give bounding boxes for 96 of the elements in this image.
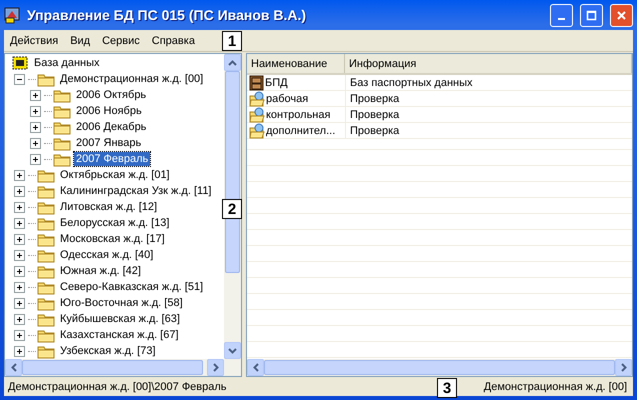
minimize-button[interactable] (550, 4, 573, 26)
tree-item[interactable]: 2007 Февраль (74, 152, 150, 166)
folder-icon (37, 200, 55, 214)
horizontal-scrollbar[interactable] (5, 359, 241, 376)
folder-icon (37, 264, 55, 278)
caret-left-icon[interactable] (252, 363, 258, 372)
expand-icon[interactable] (30, 154, 41, 164)
caret-down-icon[interactable] (228, 348, 237, 354)
caret-left-icon[interactable] (10, 363, 16, 372)
folder-icon (37, 216, 55, 230)
expand-icon[interactable] (14, 266, 25, 276)
folder-icon (249, 106, 265, 122)
folder-icon (37, 232, 55, 246)
table-cell: Проверка (350, 124, 400, 136)
expand-icon[interactable] (14, 218, 25, 228)
menu-item[interactable]: Сервис (96, 34, 146, 46)
callout-label: 3 (437, 378, 457, 398)
tree-item[interactable]: Октябрьская ж.д. [01] (58, 168, 172, 182)
folder-icon (37, 168, 55, 182)
tree-item[interactable]: Куйбышевская ж.д. [63] (58, 312, 182, 326)
folder-icon (37, 248, 55, 262)
expand-icon[interactable] (14, 346, 25, 356)
tree-item[interactable]: 2006 Декабрь (74, 120, 148, 134)
folder-icon (37, 344, 55, 358)
close-icon (616, 10, 627, 20)
caret-right-icon[interactable] (620, 363, 626, 372)
table-cell: дополнител... (266, 124, 336, 136)
horizontal-scrollbar[interactable] (247, 359, 632, 376)
column-header[interactable]: Информация (345, 54, 632, 73)
tree-item[interactable]: Московская ж.д. [17] (58, 232, 167, 246)
window-title: Управление БД ПС 015 (ПС Иванов В.А.) (27, 7, 308, 23)
callout-label: 1 (222, 31, 242, 51)
folder-icon (37, 312, 55, 326)
expand-icon[interactable] (14, 202, 25, 212)
close-button[interactable] (610, 4, 633, 26)
expand-icon[interactable] (30, 138, 41, 148)
table-cell: контрольная (266, 108, 330, 120)
maximize-icon (586, 10, 597, 20)
vertical-scrollbar[interactable] (224, 54, 241, 359)
minimize-icon (558, 18, 565, 20)
expand-icon[interactable] (14, 234, 25, 244)
column-header[interactable]: Наименование (247, 54, 345, 73)
folder-icon (53, 120, 71, 134)
expand-icon[interactable] (14, 298, 25, 308)
cabinet-icon (249, 74, 264, 90)
menu-item[interactable]: Действия (4, 34, 64, 46)
expand-icon[interactable] (14, 330, 25, 340)
folder-icon (37, 296, 55, 310)
tree-item[interactable]: Северо-Кавказская ж.д. [51] (58, 280, 206, 294)
tree-item[interactable]: Литовская ж.д. [12] (58, 200, 160, 214)
caret-right-icon[interactable] (212, 363, 218, 372)
folder-icon (249, 90, 265, 106)
expand-icon[interactable] (30, 90, 41, 100)
tree-item[interactable]: 2006 Ноябрь (74, 104, 144, 118)
callout-label: 2 (222, 199, 242, 219)
folder-icon (37, 328, 55, 342)
tree-item[interactable]: Одесская ж.д. [40] (58, 248, 156, 262)
menu-item[interactable]: Справка (146, 34, 201, 46)
folder-icon (37, 72, 55, 86)
tree-item[interactable]: Узбекская ж.д. [73] (58, 344, 158, 358)
table-cell: Баз паспортных данных (350, 76, 473, 88)
table-cell: Проверка (350, 92, 400, 104)
expand-icon[interactable] (14, 250, 25, 260)
tree-item[interactable]: Белорусская ж.д. [13] (58, 216, 172, 230)
expand-icon[interactable] (14, 282, 25, 292)
maximize-button[interactable] (580, 4, 603, 26)
expand-icon[interactable] (14, 170, 25, 180)
expand-icon[interactable] (30, 106, 41, 116)
table-cell: Проверка (350, 108, 400, 120)
folder-icon (37, 280, 55, 294)
folder-icon (53, 104, 71, 118)
tree-item[interactable]: Калининградская Узк ж.д. [11] (58, 184, 214, 198)
folder-icon (53, 152, 71, 166)
folder-icon (249, 122, 265, 138)
folder-icon (53, 88, 71, 102)
menu-item[interactable]: Вид (64, 34, 96, 46)
database-icon (11, 55, 29, 71)
expand-icon[interactable] (14, 186, 25, 196)
tree-item[interactable]: Демонстрационная ж.д. [00] (58, 72, 206, 86)
expand-icon[interactable] (14, 314, 25, 324)
tree-item[interactable]: Казахстанская ж.д. [67] (58, 328, 181, 342)
collapse-icon[interactable] (14, 74, 25, 84)
caret-up-icon[interactable] (228, 60, 237, 66)
expand-icon[interactable] (30, 122, 41, 132)
tree-item[interactable]: Южная ж.д. [42] (58, 264, 143, 278)
status-text: Демонстрационная ж.д. [00] (484, 380, 627, 392)
tree-item[interactable]: База данных (32, 56, 102, 70)
status-path: Демонстрационная ж.д. [00]\2007 Февраль (8, 380, 227, 392)
app-icon (4, 6, 22, 24)
table-cell: БПД (265, 76, 288, 88)
folder-icon (53, 136, 71, 150)
table-cell: рабочая (266, 92, 308, 104)
tree-item[interactable]: 2007 Январь (74, 136, 144, 150)
folder-icon (37, 184, 55, 198)
tree-item[interactable]: Юго-Восточная ж.д. [58] (58, 296, 185, 310)
tree-item[interactable]: 2006 Октябрь (74, 88, 148, 102)
